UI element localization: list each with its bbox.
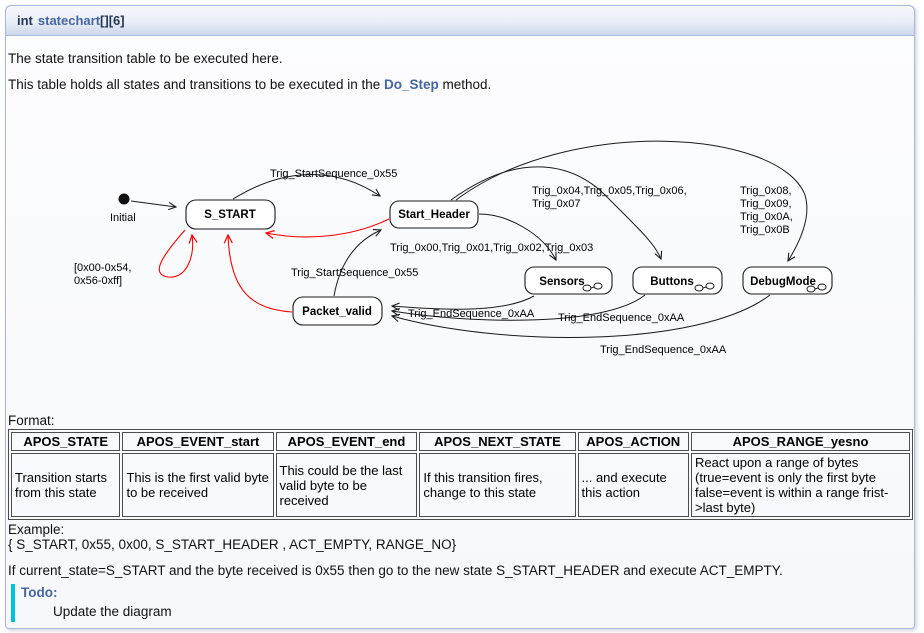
label-end-sequence-sensors: Trig_EndSequence_0xAA [408,308,535,320]
label-range-line1: [0x00-0x54, [74,262,131,274]
column-desc: React upon a range of bytes (true=event … [691,453,910,517]
state-debugmode-label: DebugMode [750,276,816,288]
state-start-header-label: Start_Header [398,209,470,221]
example-label: Example: [8,523,456,538]
member-name-link[interactable]: statechart [38,13,100,28]
format-table: APOS_STATE APOS_EVENT_start APOS_EVENT_e… [8,429,913,520]
doxygen-member-page: int statechart[][6] The state transition … [0,0,924,633]
member-type: int [17,13,33,28]
label-trig-04-06: Trig_0x04,Trig_0x05,Trig_0x06, [532,185,687,197]
todo-block: Todo: Update the diagram [11,584,172,622]
column-desc: Transition starts from this state [11,453,120,517]
column-header: APOS_STATE [11,432,120,451]
todo-label-link[interactable]: Todo: [21,585,172,600]
column-desc: This could be the last valid byte to be … [276,453,418,517]
transition-startheader-to-sstart [266,219,389,237]
format-table-body-row: Transition starts from this state This i… [11,453,910,517]
description-line-2-tail: method. [439,77,492,92]
column-header: APOS_RANGE_yesno [691,432,910,451]
description-line-1: The state transition table to be execute… [8,51,283,66]
format-label: Format: [8,413,55,428]
initial-state-dot [119,194,130,205]
column-header: APOS_EVENT_start [122,432,273,451]
example-code: { S_START, 0x55, 0x00, S_START_HEADER , … [8,538,456,553]
example-block: Example: { S_START, 0x55, 0x00, S_START_… [8,523,456,552]
statechart-diagram: Initial S_START Start_Header Sensors But… [0,130,924,405]
label-trig-0a: Trig_0x0A, [740,211,793,223]
state-sensors-label: Sensors [539,276,584,288]
label-start-sequence-top: Trig_StartSequence_0x55 [270,168,397,180]
transition-initial-to-sstart [131,201,176,207]
transition-packetvalid-to-sstart [228,235,292,312]
label-trig-07: Trig_0x07 [532,198,581,210]
state-packet-valid-label: Packet_valid [302,306,372,318]
do-step-link[interactable]: Do_Step [384,77,439,92]
label-range-line2: 0x56-0xff] [74,275,122,287]
label-start-sequence-mid: Trig_StartSequence_0x55 [291,267,418,279]
state-s-start-label: S_START [204,209,256,221]
label-end-sequence-debug: Trig_EndSequence_0xAA [600,344,727,356]
format-table-header-row: APOS_STATE APOS_EVENT_start APOS_EVENT_e… [11,432,910,451]
transition-packetvalid-to-startheader [334,230,381,296]
column-header: APOS_NEXT_STATE [419,432,575,451]
description-line-2: This table holds all states and transiti… [8,77,491,92]
column-desc: This is the first valid byte to be recei… [122,453,273,517]
member-signature: int statechart[][6] [5,5,915,36]
initial-state-label: Initial [110,212,136,224]
column-desc: ... and execute this action [578,453,690,517]
example-explanation: If current_state=S_START and the byte re… [8,563,783,578]
member-args: [][6] [100,13,125,28]
todo-text: Update the diagram [53,604,172,619]
label-trig-09: Trig_0x09, [740,198,792,210]
label-trig-0b: Trig_0x0B [740,224,790,236]
label-end-sequence-buttons: Trig_EndSequence_0xAA [558,312,685,324]
label-trig-00-03: Trig_0x00,Trig_0x01,Trig_0x02,Trig_0x03 [390,242,593,254]
column-header: APOS_ACTION [578,432,690,451]
transition-sstart-self-loop [159,230,192,277]
state-buttons-label: Buttons [650,276,693,288]
label-trig-08: Trig_0x08, [740,185,792,197]
column-desc: If this transition fires, change to this… [419,453,575,517]
column-header: APOS_EVENT_end [276,432,418,451]
description-line-2-text: This table holds all states and transiti… [8,77,384,92]
